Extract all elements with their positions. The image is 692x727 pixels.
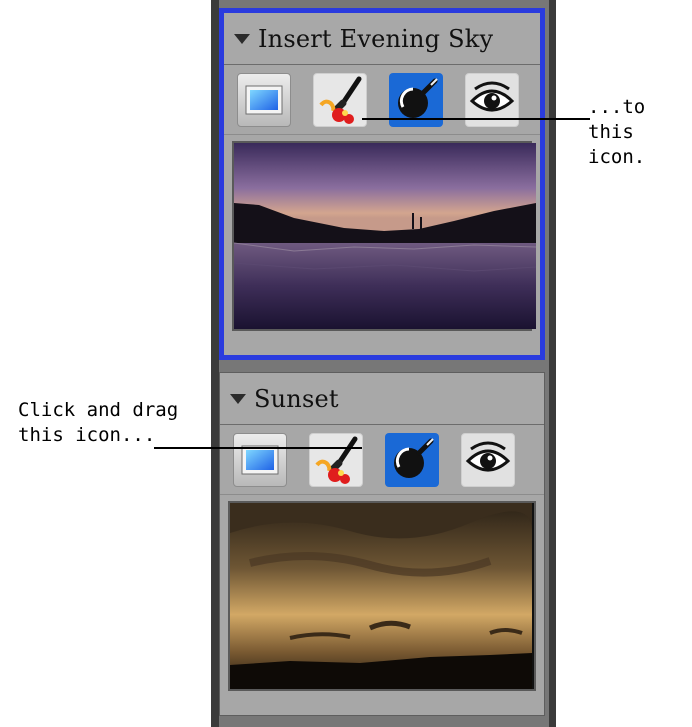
panel-toolbar [220,425,544,495]
callout-target: ...to this icon. [588,95,692,170]
lens-icon[interactable] [385,432,439,487]
leader-line-target [362,118,590,120]
preview-image [228,501,536,691]
panel-header[interactable]: Insert Evening Sky [224,13,540,65]
photo-icon[interactable] [237,72,291,127]
eye-icon[interactable] [461,432,515,487]
callout-source: Click and drag this icon... [18,398,178,448]
effect-panel-evening-sky[interactable]: Insert Evening Sky [219,8,545,360]
panel-title: Sunset [254,384,339,413]
leader-line-source [154,447,362,449]
panel-toolbar [224,65,540,135]
callout-source-line2: this icon... [18,424,156,446]
preview-image [232,141,537,331]
callout-source-line1: Click and drag [18,399,179,421]
photo-icon[interactable] [233,432,287,487]
panel-title: Insert Evening Sky [258,24,494,53]
panel-header[interactable]: Sunset [220,373,544,425]
disclosure-triangle-icon[interactable] [234,33,250,44]
callout-target-line2: icon. [588,146,646,168]
disclosure-triangle-icon[interactable] [230,393,246,404]
paintbrush-icon[interactable] [309,432,363,487]
paintbrush-icon[interactable] [313,72,367,127]
effect-panel-sunset[interactable]: Sunset [219,372,545,716]
callout-target-line1: ...to this [588,96,646,143]
